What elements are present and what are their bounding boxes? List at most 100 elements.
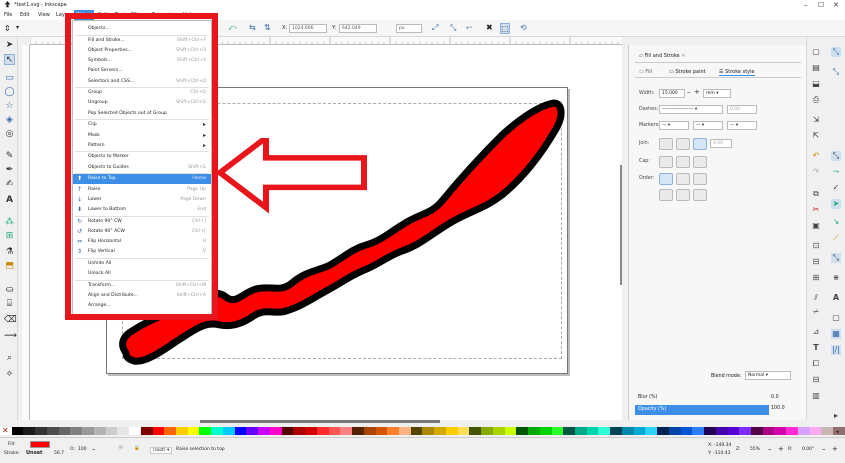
snap-bbox-icon[interactable]: ⤡ <box>831 67 841 77</box>
save-icon[interactable]: ⬓ <box>811 79 821 89</box>
snap-midpoint-icon[interactable]: ⟋ <box>831 233 841 243</box>
zoom-drawing-icon[interactable]: ⊟ <box>811 257 821 267</box>
clone-icon[interactable]: ⩫ <box>811 307 821 317</box>
palette-swatch[interactable] <box>387 427 399 435</box>
spray-tool-icon[interactable]: ⁂ <box>4 217 15 228</box>
layers-icon[interactable]: ⧠ <box>811 359 821 369</box>
tab-stroke-style[interactable]: ☰ Stroke style <box>719 69 755 76</box>
snap-rotation-center-icon[interactable]: ⋇ <box>831 273 841 283</box>
opacity-value[interactable]: 100.0 <box>771 406 785 411</box>
palette-swatch[interactable] <box>316 427 329 435</box>
menu-edit[interactable]: Edit <box>20 12 30 18</box>
spiral-tool-icon[interactable]: ◎ <box>4 129 15 140</box>
snap-smooth-icon[interactable]: ↘ <box>831 217 841 227</box>
cap-square-button[interactable] <box>693 156 707 168</box>
pen-tool-icon[interactable]: ✒ <box>4 165 15 176</box>
palette-swatch[interactable] <box>833 427 845 435</box>
palette-swatch[interactable] <box>645 427 658 435</box>
palette-swatch[interactable] <box>398 427 411 435</box>
snap-path-icon[interactable]: ⤳ <box>831 167 841 177</box>
cap-round-button[interactable] <box>676 156 690 168</box>
mid-marker-select[interactable]: — ▾ <box>693 121 723 130</box>
palette-swatch[interactable] <box>164 427 177 435</box>
paste-icon[interactable]: ▣ <box>811 221 821 231</box>
palette-swatch[interactable] <box>586 427 599 435</box>
palette-swatch[interactable] <box>340 427 353 435</box>
copy-icon[interactable]: ⧉ <box>811 189 821 199</box>
measure-tool-icon[interactable]: ⌸ <box>4 299 15 310</box>
dashes-select[interactable]: ——————— ▾ <box>659 105 723 114</box>
move-gradient-icon[interactable]: ⬿ <box>466 23 472 33</box>
palette-swatch[interactable] <box>516 427 529 435</box>
palette-swatch[interactable] <box>774 427 787 435</box>
duplicate-icon[interactable]: ⫽ <box>811 293 821 303</box>
join-round-button[interactable] <box>676 138 690 150</box>
palette-swatch[interactable] <box>762 427 775 435</box>
palette-swatch[interactable] <box>422 427 435 435</box>
palette-swatch[interactable] <box>375 427 388 435</box>
palette-swatch[interactable] <box>751 427 763 435</box>
snap-toggle-icon[interactable]: ⤡ <box>831 47 841 57</box>
palette-swatch[interactable] <box>23 427 36 435</box>
opacity-row[interactable]: Opacity (%) <box>635 405 769 415</box>
palette-swatch[interactable] <box>363 427 376 435</box>
palette-swatch[interactable] <box>46 427 59 435</box>
snap-nodes-icon[interactable]: ⤡ <box>831 151 841 161</box>
zoom-out-button[interactable]: – <box>768 445 772 453</box>
transform-pattern-icon[interactable]: ✖ <box>486 23 493 32</box>
maximize-button[interactable]: ☐ <box>818 1 824 9</box>
y-field[interactable]: 642.049 <box>339 24 377 33</box>
x-field[interactable]: 1024.606 <box>289 24 327 33</box>
dash-offset-field[interactable]: 0.00 <box>727 105 757 114</box>
snap-intersection-icon[interactable]: ✓ <box>831 183 841 193</box>
layer-select[interactable]: (root) ▾ <box>150 447 173 454</box>
flip-horizontal-icon[interactable]: ⇆ <box>249 23 256 32</box>
palette-swatch[interactable] <box>786 427 798 435</box>
palette-swatch[interactable] <box>434 427 446 435</box>
redo-icon[interactable]: ↷ <box>811 167 821 177</box>
undo-icon[interactable]: ↶ <box>811 151 821 161</box>
paint-bucket-tool-icon[interactable]: ⛀ <box>4 285 15 296</box>
palette-swatch[interactable] <box>281 427 294 435</box>
tab-fill[interactable]: ▭ Fill <box>639 69 652 75</box>
visibility-icon[interactable]: 👁 <box>118 446 124 451</box>
palette-swatch[interactable] <box>211 427 223 435</box>
zoom-in-button[interactable]: + <box>778 445 784 453</box>
flip-vertical-icon[interactable]: ⇅ <box>264 23 271 32</box>
palette-swatch[interactable] <box>140 427 153 435</box>
palette-swatch[interactable] <box>445 427 458 435</box>
palette-swatch[interactable] <box>821 427 834 435</box>
palette-swatch[interactable] <box>187 427 200 435</box>
palette-swatch[interactable] <box>739 427 751 435</box>
palette-swatch[interactable] <box>598 427 611 435</box>
order-fill-markers-stroke-button[interactable] <box>693 173 707 185</box>
zoom-page-icon[interactable]: ⊞ <box>811 273 821 283</box>
opacity-decrement-button[interactable]: – <box>92 445 96 453</box>
tab-stroke-paint[interactable]: ▭ Stroke paint <box>669 69 706 75</box>
palette-swatch[interactable] <box>152 427 165 435</box>
align-distribute-icon[interactable]: ⊟ <box>811 375 821 385</box>
order-markers-stroke-fill-button[interactable] <box>693 189 707 201</box>
order-fill-stroke-markers-button[interactable] <box>659 173 673 185</box>
unit-select[interactable]: px <box>396 24 422 33</box>
calligraphy-tool-icon[interactable]: ✍ <box>4 179 15 190</box>
rotate-increment-button[interactable]: + <box>832 445 838 453</box>
dropper-tool-icon[interactable]: ⚗ <box>4 247 15 258</box>
select-all-icon[interactable]: ⇕ <box>4 24 11 33</box>
fill-swatch[interactable] <box>30 441 50 448</box>
zoom-field[interactable]: 55% <box>750 447 760 452</box>
palette-swatch[interactable] <box>199 427 212 435</box>
print-icon[interactable]: ⎙ <box>811 95 821 105</box>
no-paint-icon[interactable]: ✕ <box>2 426 9 435</box>
pencil-tool-icon[interactable]: ✎ <box>4 151 15 162</box>
palette-swatch[interactable] <box>563 427 575 435</box>
width-decrement-button[interactable]: – <box>687 88 691 96</box>
join-miter-button[interactable] <box>693 138 707 150</box>
palette-swatch[interactable] <box>117 427 130 435</box>
select-same-icon[interactable]: ⬚ <box>500 23 510 34</box>
miter-limit-field[interactable]: 4.00 <box>710 139 732 148</box>
palette-swatch[interactable] <box>551 427 564 435</box>
palette-swatch[interactable] <box>258 427 270 435</box>
join-bevel-button[interactable] <box>659 138 673 150</box>
stroke-state[interactable]: Unset <box>26 450 42 456</box>
